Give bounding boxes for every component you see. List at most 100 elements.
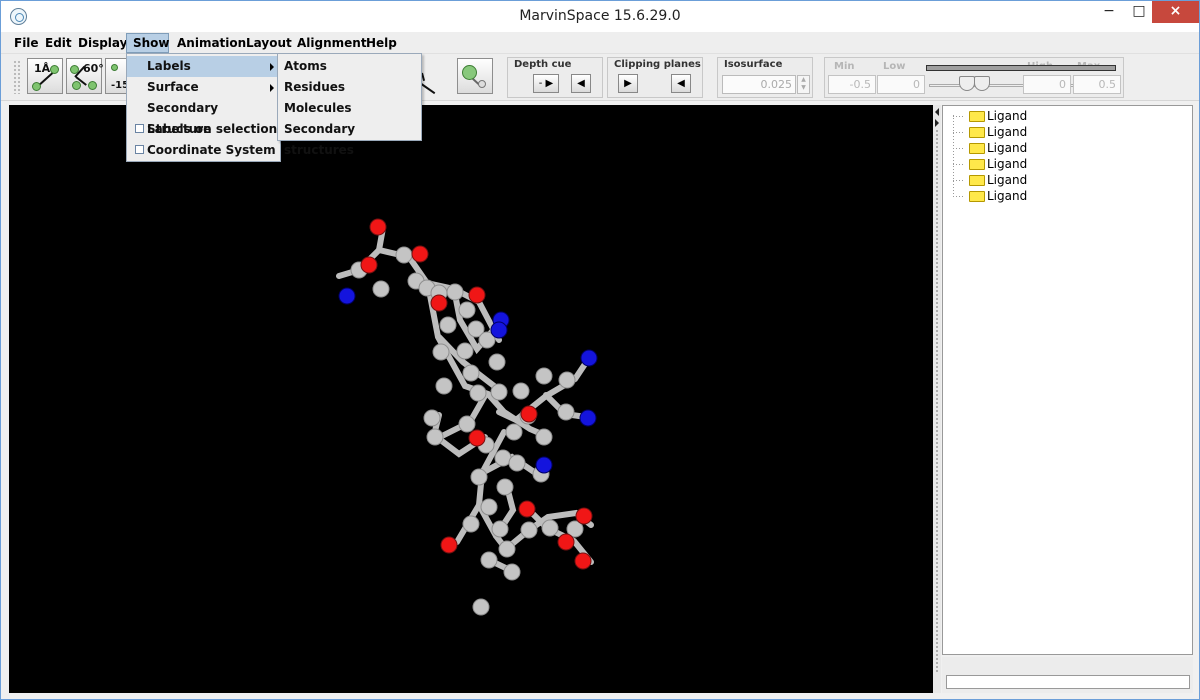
carbon-atoms	[350, 246, 584, 616]
menu-bar: File Edit Display Show Animation Layout …	[1, 32, 1199, 54]
min-value-field[interactable]: -0.5	[828, 75, 876, 94]
molecule-viewer[interactable]	[9, 105, 933, 693]
marvinspace-window: MarvinSpace 15.6.29.0 − □ × File Edit Di…	[0, 0, 1200, 700]
tree-item-label: Ligand	[987, 173, 1028, 187]
tree-item-ligand[interactable]: Ligand	[969, 108, 1028, 124]
high-value-field[interactable]: 0	[1023, 75, 1071, 94]
low-slider-knob[interactable]	[959, 76, 975, 91]
isosurface-stepper[interactable]: ▲ ▼	[797, 75, 810, 94]
tree-item-label: Ligand	[987, 109, 1028, 123]
tree-guide-line	[953, 115, 954, 199]
folder-icon	[969, 191, 985, 202]
tree-item-ligand[interactable]: Ligand	[969, 140, 1028, 156]
collapse-left-icon[interactable]	[935, 108, 939, 116]
folder-icon	[969, 111, 985, 122]
depth-cue-minus-symbol: -	[538, 78, 543, 89]
checkbox-icon	[135, 124, 144, 133]
menu-item-coordinate-system[interactable]: Coordinate System	[127, 140, 280, 161]
high-slider-knob[interactable]	[974, 76, 990, 91]
menu-help[interactable]: Help	[360, 33, 403, 53]
menu-layout[interactable]: Layout	[240, 33, 298, 53]
menu-show[interactable]: Show	[126, 33, 170, 53]
isosurface-panel: Isosurface 0.025 ▲ ▼	[717, 57, 813, 98]
min-label: Min	[834, 61, 855, 72]
submenu-item-secondary-structures[interactable]: Secondary structures	[278, 119, 421, 157]
submenu-item-molecules[interactable]: Molecules	[278, 98, 421, 119]
clipping-planes-title: Clipping planes	[614, 59, 701, 70]
menu-display[interactable]: Display	[72, 33, 133, 53]
distance-label: 1Å	[34, 62, 51, 75]
menu-item-labels-text: Labels	[147, 59, 191, 73]
angle-tool-button[interactable]: 60°	[66, 58, 104, 94]
atom-icon	[111, 64, 118, 71]
depth-cue-increase-button[interactable]: ◀	[571, 74, 591, 93]
progress-bar	[946, 675, 1190, 689]
clipping-planes-panel: Clipping planes ▶ ◀	[607, 57, 703, 98]
menu-item-labels-on-selection-text: Labels on selection	[147, 122, 278, 136]
clipping-planes-near-button[interactable]: ▶	[618, 74, 638, 93]
submenu-item-residues[interactable]: Residues	[278, 77, 421, 98]
atom-icon	[50, 65, 59, 74]
low-label: Low	[883, 61, 906, 72]
depth-cue-panel: Depth cue - ▶ ◀	[507, 57, 603, 98]
show-menu-dropdown: Labels Surface Secondary Structure Label…	[126, 53, 281, 162]
menu-item-coordinate-system-text: Coordinate System	[147, 143, 276, 157]
tree-branch-line	[953, 132, 963, 133]
max-value-field[interactable]: 0.5	[1073, 75, 1121, 94]
splitter-grip[interactable]	[935, 129, 939, 674]
menu-item-surface[interactable]: Surface	[127, 77, 280, 98]
title-bar: MarvinSpace 15.6.29.0 − □ ×	[1, 1, 1199, 32]
tree-item-label: Ligand	[987, 157, 1028, 171]
tree-item-label: Ligand	[987, 141, 1028, 155]
distance-tool-button[interactable]: 1Å	[27, 58, 63, 94]
folder-icon	[969, 175, 985, 186]
molecule-3d-model	[336, 218, 598, 616]
collapse-right-icon[interactable]	[935, 119, 939, 127]
range-slider-panel: Min Low High Max -0.5 0 0 0.5	[824, 57, 1124, 98]
atom-icon	[88, 81, 97, 90]
window-title: MarvinSpace 15.6.29.0	[519, 8, 681, 24]
atom-style-button[interactable]	[457, 58, 493, 94]
tree-branch-line	[953, 164, 963, 165]
toolbar-grip[interactable]	[13, 60, 21, 94]
menu-item-labels[interactable]: Labels	[127, 56, 280, 77]
tree-item-ligand[interactable]: Ligand	[969, 188, 1028, 204]
status-panel	[942, 657, 1193, 693]
tree-item-ligand[interactable]: Ligand	[969, 124, 1028, 140]
low-value-field[interactable]: 0	[877, 75, 925, 94]
clipping-planes-far-button[interactable]: ◀	[671, 74, 691, 93]
depth-cue-decrease-button[interactable]: - ▶	[533, 74, 559, 93]
submenu-item-atoms[interactable]: Atoms	[278, 56, 421, 77]
minimize-icon[interactable]: −	[1094, 1, 1124, 23]
atom-icon	[462, 65, 477, 80]
labels-submenu: Atoms Residues Molecules Secondary struc…	[277, 53, 422, 157]
checkbox-icon	[135, 145, 144, 154]
folder-icon	[969, 159, 985, 170]
atom-icon	[478, 80, 486, 88]
atom-icon	[70, 65, 79, 74]
tree-item-ligand[interactable]: Ligand	[969, 156, 1028, 172]
close-icon[interactable]: ×	[1152, 1, 1199, 23]
tree-item-label: Ligand	[987, 189, 1028, 203]
tree-item-ligand[interactable]: Ligand	[969, 172, 1028, 188]
tree-branch-line	[953, 148, 963, 149]
menu-item-secondary-structure[interactable]: Secondary Structure	[127, 98, 280, 136]
molecule-tree: Ligand Ligand Ligand Ligand Ligand Ligan…	[942, 105, 1193, 655]
folder-icon	[969, 127, 985, 138]
isosurface-value-field[interactable]: 0.025	[722, 75, 796, 94]
submenu-arrow-icon	[270, 63, 274, 71]
tree-item-label: Ligand	[987, 125, 1028, 139]
angle-label: 60°	[83, 62, 104, 75]
color-range-bar	[926, 65, 1116, 71]
folder-icon	[969, 143, 985, 154]
menu-item-surface-text: Surface	[147, 80, 199, 94]
tree-branch-line	[953, 116, 963, 117]
dihedral-tool-button[interactable]: -15	[105, 58, 129, 94]
atom-icon	[72, 81, 81, 90]
submenu-arrow-icon	[270, 84, 274, 92]
menu-item-labels-on-selection[interactable]: Labels on selection	[127, 119, 280, 140]
maximize-icon[interactable]: □	[1124, 1, 1154, 23]
isosurface-title: Isosurface	[724, 59, 783, 70]
tree-branch-line	[953, 180, 963, 181]
tree-branch-line	[953, 196, 963, 197]
